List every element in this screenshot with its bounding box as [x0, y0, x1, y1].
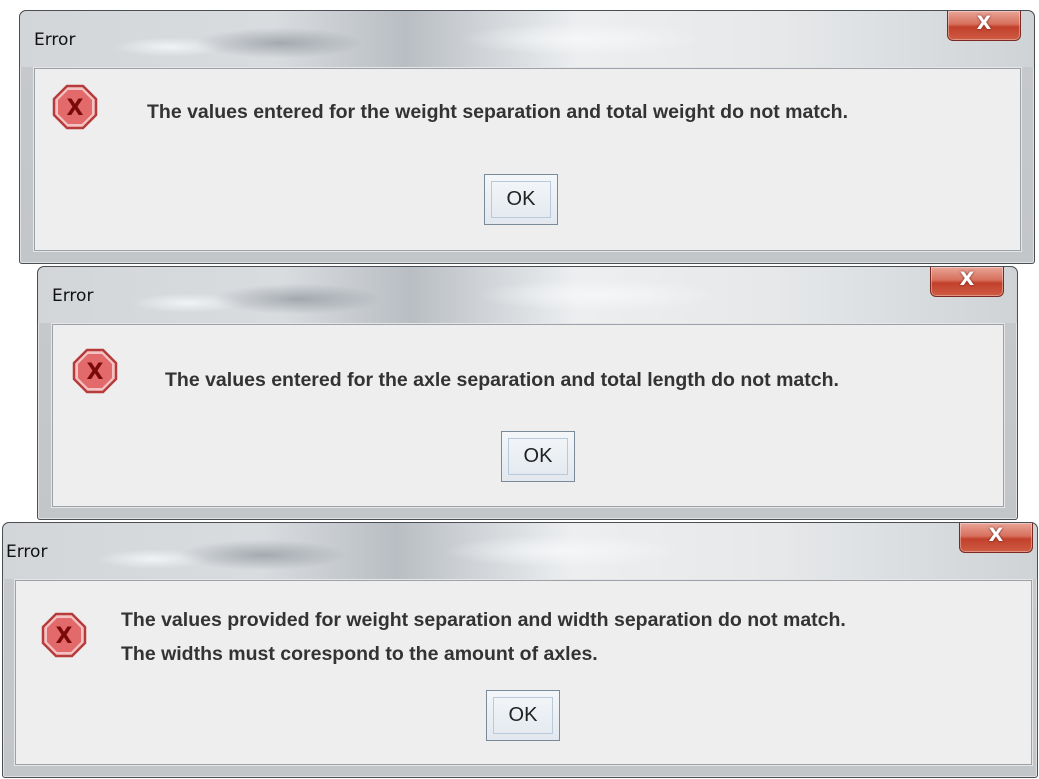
message-line: The values entered for the weight separa…	[147, 101, 849, 123]
dialog-titlebar[interactable]: Error X	[38, 267, 1017, 323]
dialog-content: X The values entered for the axle separa…	[52, 324, 1004, 507]
close-icon: X	[976, 12, 992, 34]
close-button[interactable]: X	[947, 11, 1021, 41]
message-line: The widths must corespond to the amount …	[121, 643, 598, 665]
error-dialog-1: Error X X The values entered for the wei…	[19, 10, 1035, 264]
close-icon: X	[959, 268, 975, 290]
close-button[interactable]: X	[930, 267, 1004, 297]
svg-text:X: X	[67, 96, 84, 121]
error-message: The values entered for the weight separa…	[147, 95, 848, 129]
error-message: The values provided for weight separatio…	[121, 603, 846, 671]
dialog-content: X The values provided for weight separat…	[15, 580, 1032, 765]
ok-button-label: OK	[491, 181, 551, 218]
error-dialog-2: Error X X The values entered for the axl…	[37, 266, 1018, 520]
close-icon: X	[988, 524, 1004, 546]
error-dialog-3: Error X X The values provided for weight…	[2, 522, 1038, 778]
close-button[interactable]: X	[959, 523, 1033, 553]
message-line: The values provided for weight separatio…	[121, 609, 846, 631]
dialog-title: Error	[34, 30, 76, 50]
ok-button-label: OK	[493, 697, 553, 734]
error-message: The values entered for the axle separati…	[165, 363, 839, 397]
ok-button-label: OK	[508, 438, 568, 475]
error-icon: X	[52, 84, 98, 130]
dialog-title: Error	[52, 286, 94, 306]
svg-text:X: X	[87, 360, 104, 385]
dialog-titlebar[interactable]: Error X	[3, 523, 1037, 579]
dialog-content: X The values entered for the weight sepa…	[34, 68, 1021, 251]
message-line: The values entered for the axle separati…	[165, 369, 839, 391]
svg-text:X: X	[56, 624, 73, 649]
dialog-titlebar[interactable]: Error X	[20, 11, 1034, 67]
error-icon: X	[41, 612, 87, 658]
dialog-title: Error	[6, 542, 48, 562]
ok-button[interactable]: OK	[501, 431, 575, 482]
error-icon: X	[72, 348, 118, 394]
ok-button[interactable]: OK	[486, 690, 560, 741]
ok-button[interactable]: OK	[484, 174, 558, 225]
